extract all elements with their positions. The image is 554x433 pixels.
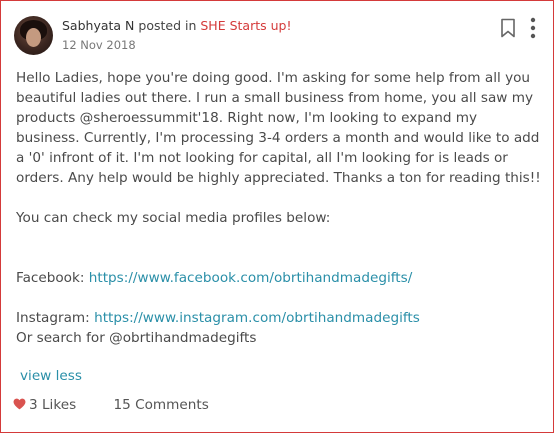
post-header: Sabhyata N posted in SHE Starts up! xyxy=(62,18,291,33)
facebook-label: Facebook: xyxy=(16,270,85,286)
likes-button[interactable]: 3 Likes xyxy=(13,397,76,413)
social-intro: You can check my social media profiles b… xyxy=(16,210,331,226)
avatar-face xyxy=(26,28,41,47)
post-body: Hello Ladies, hope you're doing good. I'… xyxy=(16,68,544,348)
instagram-label: Instagram: xyxy=(16,310,90,326)
search-handle-text: Or search for @obrtihandmadegifts xyxy=(16,330,257,346)
comments-button[interactable]: 15 Comments xyxy=(113,397,208,413)
bookmark-icon[interactable] xyxy=(500,18,516,38)
post-date: 12 Nov 2018 xyxy=(62,38,136,52)
group-link[interactable]: SHE Starts up! xyxy=(200,18,291,33)
post-card: Sabhyata N posted in SHE Starts up! 12 N… xyxy=(0,0,554,433)
author-name[interactable]: Sabhyata N xyxy=(62,18,134,33)
instagram-line: Instagram: https://www.instagram.com/obr… xyxy=(16,308,544,328)
post-paragraph: Hello Ladies, hope you're doing good. I'… xyxy=(16,70,541,186)
facebook-link[interactable]: https://www.facebook.com/obrtihandmadegi… xyxy=(89,270,413,286)
view-less-link[interactable]: view less xyxy=(20,368,82,384)
heart-icon xyxy=(13,398,26,410)
posted-in-text: posted in xyxy=(138,18,197,33)
instagram-link[interactable]: https://www.instagram.com/obrtihandmadeg… xyxy=(94,310,420,326)
avatar[interactable] xyxy=(14,16,53,55)
likes-count: 3 Likes xyxy=(29,397,77,413)
post-footer: 3 Likes 15 Comments xyxy=(13,397,209,413)
facebook-line: Facebook: https://www.facebook.com/obrti… xyxy=(16,268,544,288)
more-vertical-icon[interactable] xyxy=(528,17,538,39)
